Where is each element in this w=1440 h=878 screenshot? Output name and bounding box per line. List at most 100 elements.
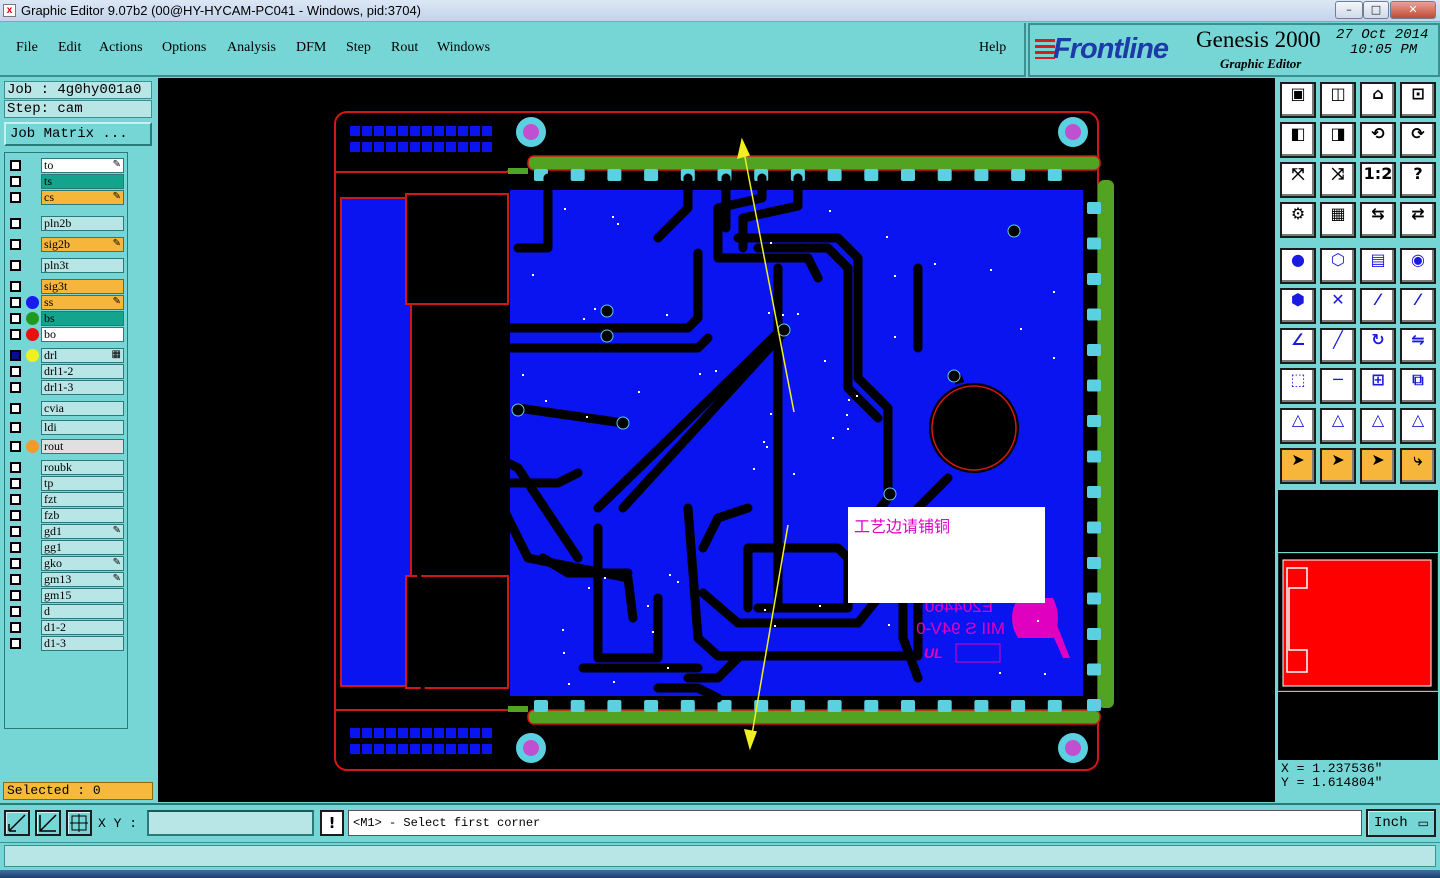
layer-checkbox[interactable] (10, 382, 21, 393)
cross-icon[interactable]: ✕ (1320, 288, 1356, 324)
layer-checkbox[interactable] (10, 297, 21, 308)
layer-row-d1-3[interactable]: d1-3 (7, 636, 126, 651)
layer-row-ss[interactable]: ss ✎ (7, 295, 126, 310)
undo-icon[interactable]: ⟲ (1360, 122, 1396, 158)
layer-row-gko[interactable]: gko ✎ (7, 556, 126, 571)
layer-name[interactable]: drl1-2 (41, 364, 124, 379)
layer-checkbox[interactable] (10, 260, 21, 271)
window-icon[interactable]: ⊡ (1400, 82, 1436, 118)
circle-icon[interactable]: ◉ (1400, 248, 1436, 284)
layer-row-cvia[interactable]: cvia (7, 401, 126, 416)
layer-checkbox[interactable] (10, 218, 21, 229)
connect-2-icon[interactable]: ⁄ (1400, 288, 1436, 324)
layer-name[interactable]: drl ▦ (41, 348, 124, 363)
job-matrix-button[interactable]: Job Matrix ... (4, 122, 152, 146)
layer-checkbox[interactable] (10, 510, 21, 521)
measure-icon[interactable] (35, 810, 61, 836)
select-arrow-icon[interactable]: ➤ (1280, 448, 1316, 484)
overview-map[interactable] (1278, 553, 1438, 691)
layer-row-bo[interactable]: bo (7, 327, 126, 342)
layer-row-tp[interactable]: tp (7, 476, 126, 491)
triangle-4-icon[interactable]: △ (1400, 408, 1436, 444)
menu-dfm[interactable]: DFM (296, 40, 326, 56)
layer-checkbox[interactable] (10, 558, 21, 569)
layer-name[interactable]: cs ✎ (41, 190, 124, 205)
layer-swap-2-icon[interactable]: ⇄ (1400, 202, 1436, 238)
layer-color-dot[interactable] (26, 328, 39, 341)
layer-name[interactable]: d (41, 604, 124, 619)
scale-1-2-icon[interactable]: 1:2 (1360, 162, 1396, 198)
alert-icon[interactable]: ! (320, 810, 344, 836)
pad-icon[interactable]: ● (1280, 248, 1316, 284)
route-icon[interactable]: ⤷ (1400, 448, 1436, 484)
menu-windows[interactable]: Windows (437, 40, 490, 56)
layer-name[interactable]: fzb (41, 508, 124, 523)
close-button[interactable]: ✕ (1390, 1, 1436, 19)
layer-name[interactable]: bo (41, 327, 124, 342)
layer-name[interactable]: pln2b (41, 216, 124, 231)
menu-edit[interactable]: Edit (58, 40, 81, 56)
layer-row-rout[interactable]: rout (7, 439, 126, 454)
angle-icon[interactable]: ∠ (1280, 328, 1316, 364)
triangle-3-icon[interactable]: △ (1360, 408, 1396, 444)
layer-row-to[interactable]: to ✎ (7, 158, 126, 173)
redo-icon[interactable]: ⟳ (1400, 122, 1436, 158)
zoom-out-icon[interactable]: ⤨ (1320, 162, 1356, 198)
layer-name[interactable]: gko ✎ (41, 556, 124, 571)
layer-name[interactable]: pln3t (41, 258, 124, 273)
layer-name[interactable]: tp (41, 476, 124, 491)
menu-options[interactable]: Options (162, 40, 206, 56)
menu-rout[interactable]: Rout (391, 40, 418, 56)
layer-name[interactable]: ss ✎ (41, 295, 124, 310)
copy-icon[interactable]: ⧉ (1400, 368, 1436, 404)
layer-row-bs[interactable]: bs (7, 311, 126, 326)
layer-row-pln2b[interactable]: pln2b (7, 216, 126, 231)
layer-row-ts[interactable]: ts (7, 174, 126, 189)
layer-checkbox[interactable] (10, 192, 21, 203)
layer-checkbox[interactable] (10, 313, 21, 324)
triangle-icon[interactable]: △ (1280, 408, 1316, 444)
menu-step[interactable]: Step (346, 40, 371, 56)
unit-selector[interactable]: Inch ▭ (1366, 809, 1436, 837)
split-icon[interactable]: ─ (1320, 368, 1356, 404)
layer-name[interactable]: cvia (41, 401, 124, 416)
layer-row-sig2b[interactable]: sig2b ✎ (7, 237, 126, 252)
layer-checkbox[interactable] (10, 239, 21, 250)
layer-name[interactable]: gm13 ✎ (41, 572, 124, 587)
layer-row-drl1-2[interactable]: drl1-2 (7, 364, 126, 379)
slope-icon[interactable]: ╱ (1320, 328, 1356, 364)
layer-row-pln3t[interactable]: pln3t (7, 258, 126, 273)
layer-name[interactable]: rout (41, 439, 124, 454)
layer-row-drl1-3[interactable]: drl1-3 (7, 380, 126, 395)
node-icon[interactable]: ⬢ (1280, 288, 1316, 324)
zoom-home-icon[interactable]: ▣ (1280, 82, 1316, 118)
help-icon[interactable]: ? (1400, 162, 1436, 198)
layer-name[interactable]: d1-3 (41, 636, 124, 651)
graphic-canvas[interactable]: Pb E204460 MII S 94V-0 UL 工艺边请铺铜 (158, 78, 1275, 802)
layer-row-sig3t[interactable]: sig3t (7, 279, 126, 294)
select-lasso-icon[interactable]: ➤ (1360, 448, 1396, 484)
layer-checkbox[interactable] (10, 606, 21, 617)
layer-checkbox[interactable] (10, 494, 21, 505)
layer-checkbox[interactable] (10, 638, 21, 649)
snap-icon[interactable] (4, 810, 30, 836)
layer-row-gm15[interactable]: gm15 (7, 588, 126, 603)
layer-name[interactable]: to ✎ (41, 158, 124, 173)
layer-checkbox[interactable] (10, 574, 21, 585)
mirror-icon[interactable]: ⇋ (1400, 328, 1436, 364)
layer-name[interactable]: sig2b ✎ (41, 237, 124, 252)
layer-checkbox[interactable] (10, 622, 21, 633)
layer-name[interactable]: ts (41, 174, 124, 189)
layer-checkbox[interactable] (10, 176, 21, 187)
layer-color-dot[interactable] (26, 349, 39, 362)
layer-name[interactable]: d1-2 (41, 620, 124, 635)
pan-right-icon[interactable]: ◨ (1320, 122, 1356, 158)
layer-row-roubk[interactable]: roubk (7, 460, 126, 475)
menu-help[interactable]: Help (979, 40, 1006, 56)
connect-icon[interactable]: ⁄ (1360, 288, 1396, 324)
grid-snap-icon[interactable] (66, 810, 92, 836)
grid-icon[interactable]: ▦ (1320, 202, 1356, 238)
layer-name[interactable]: bs (41, 311, 124, 326)
rotate-icon[interactable]: ↻ (1360, 328, 1396, 364)
layer-name[interactable]: fzt (41, 492, 124, 507)
